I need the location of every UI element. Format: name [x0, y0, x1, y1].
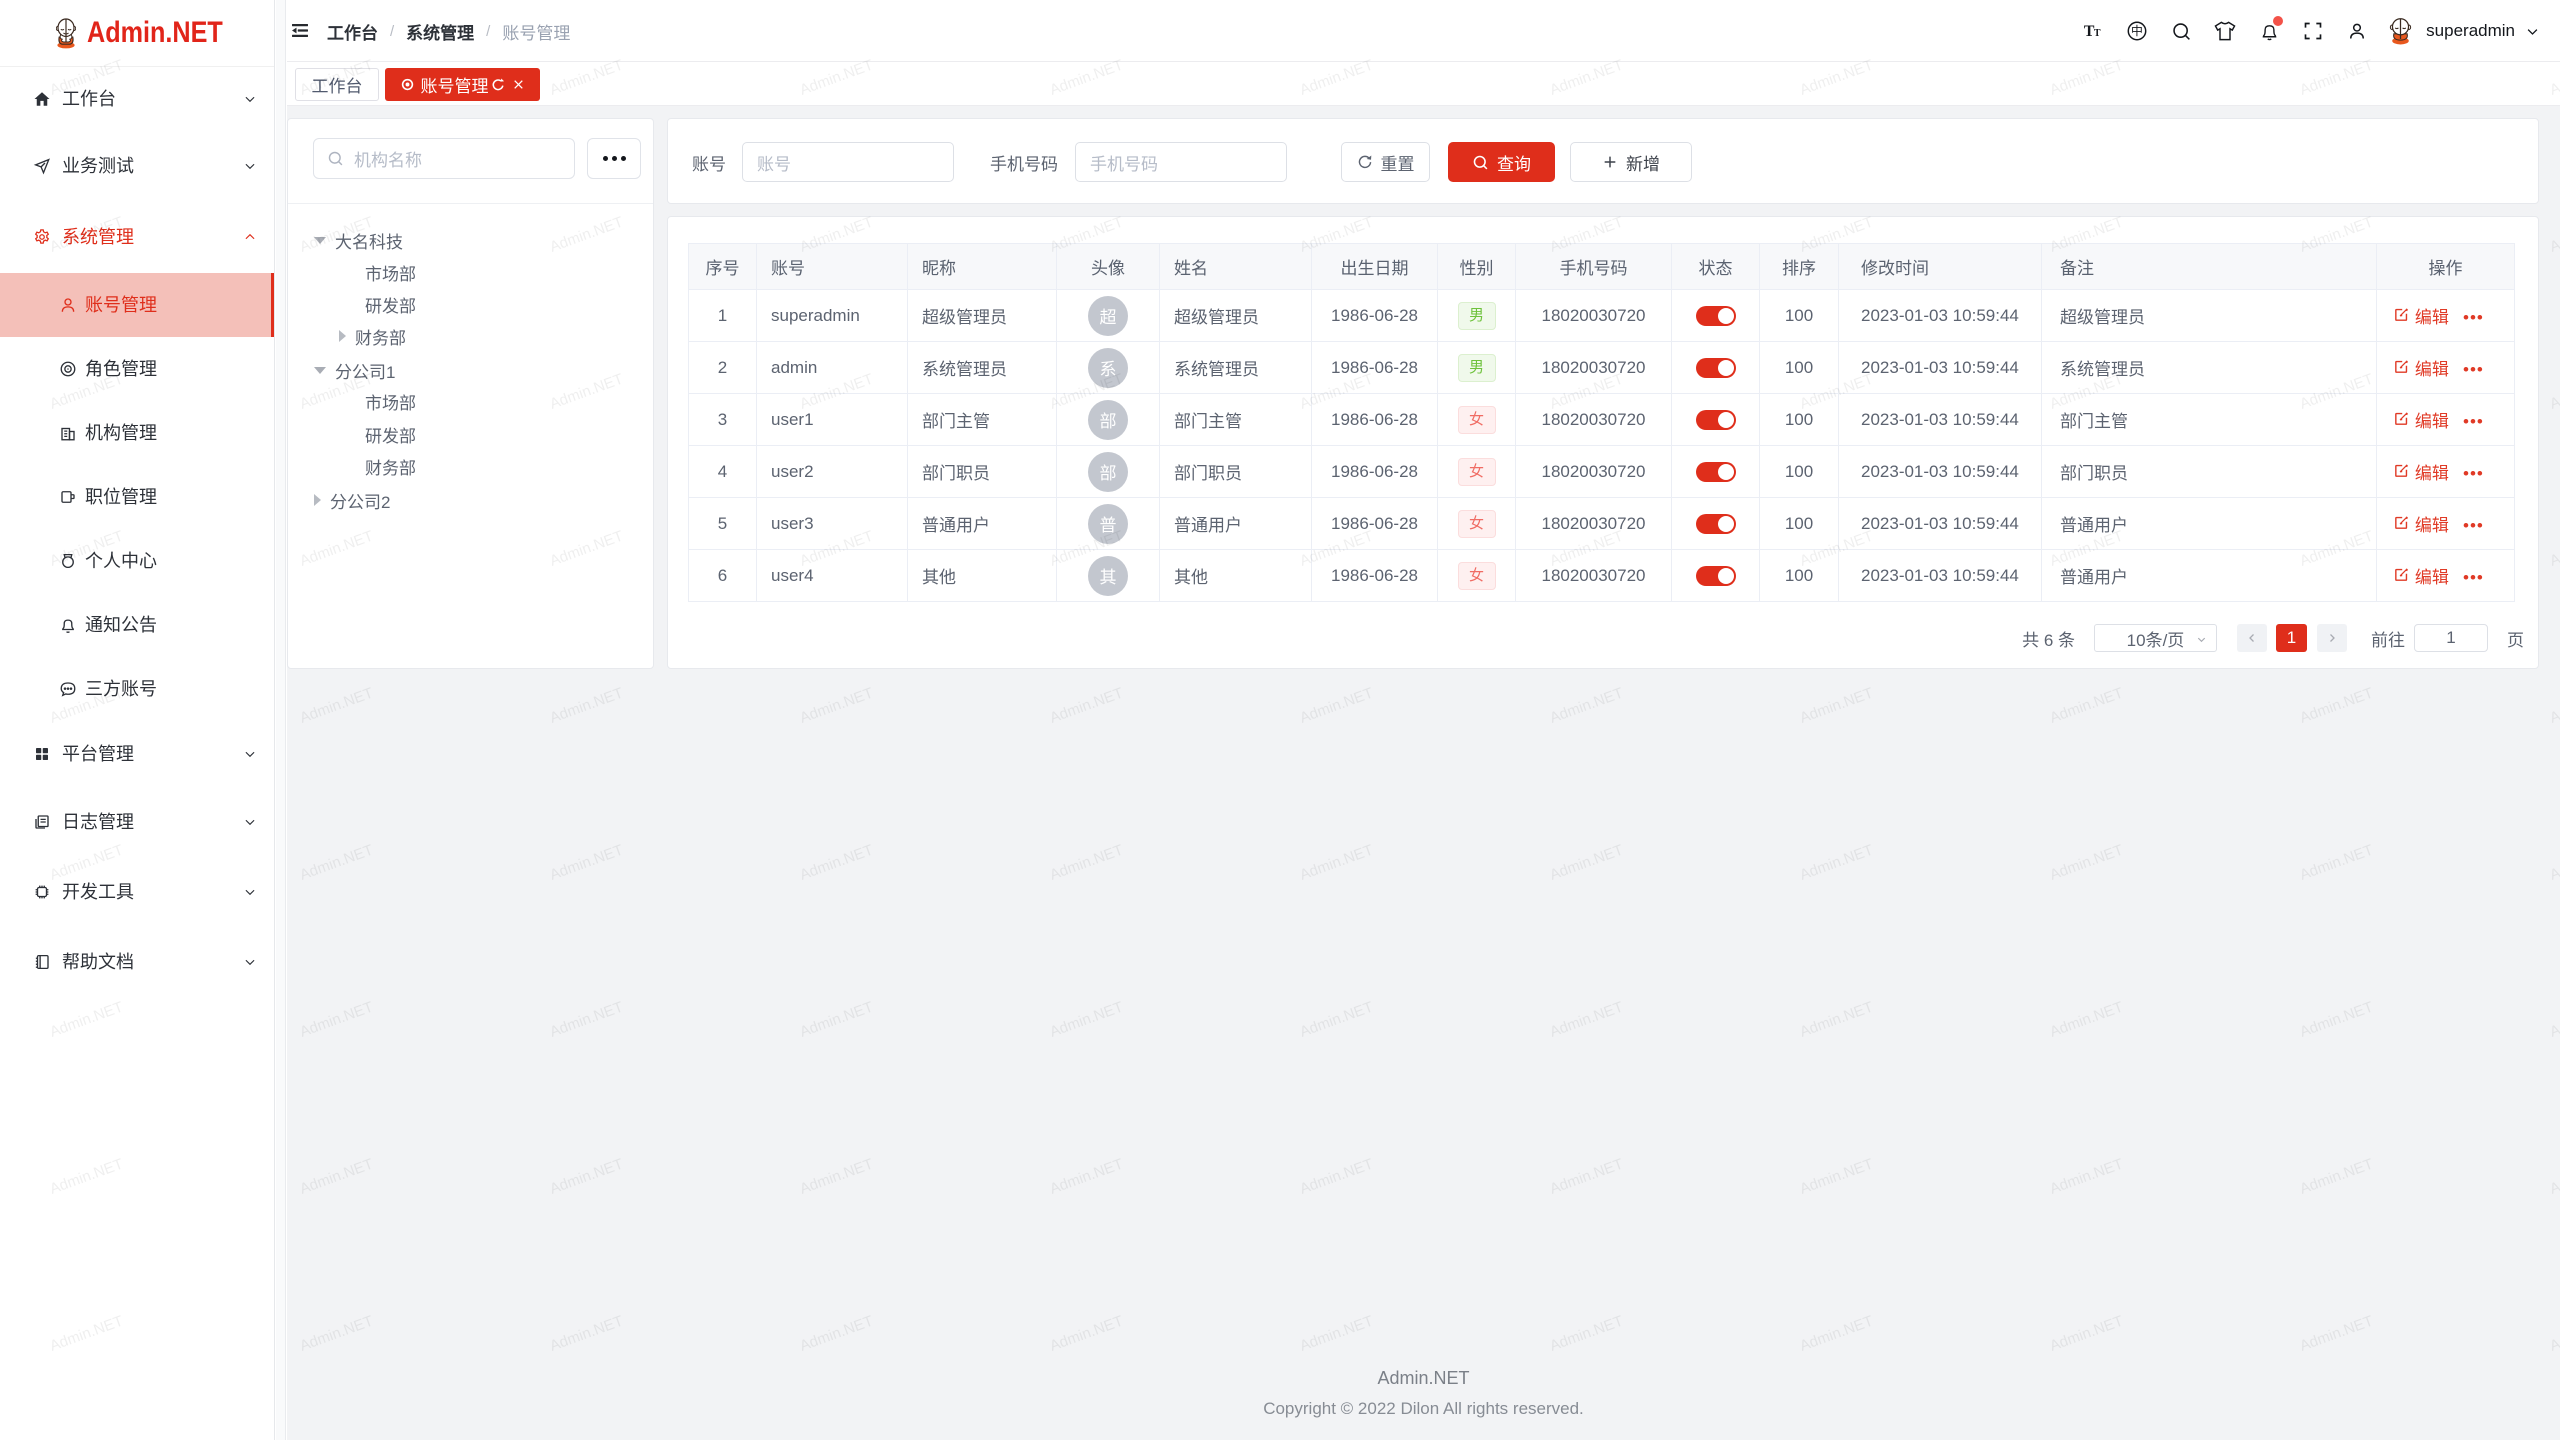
svg-text:T: T [2094, 28, 2101, 39]
svg-text:中: 中 [2131, 24, 2143, 38]
